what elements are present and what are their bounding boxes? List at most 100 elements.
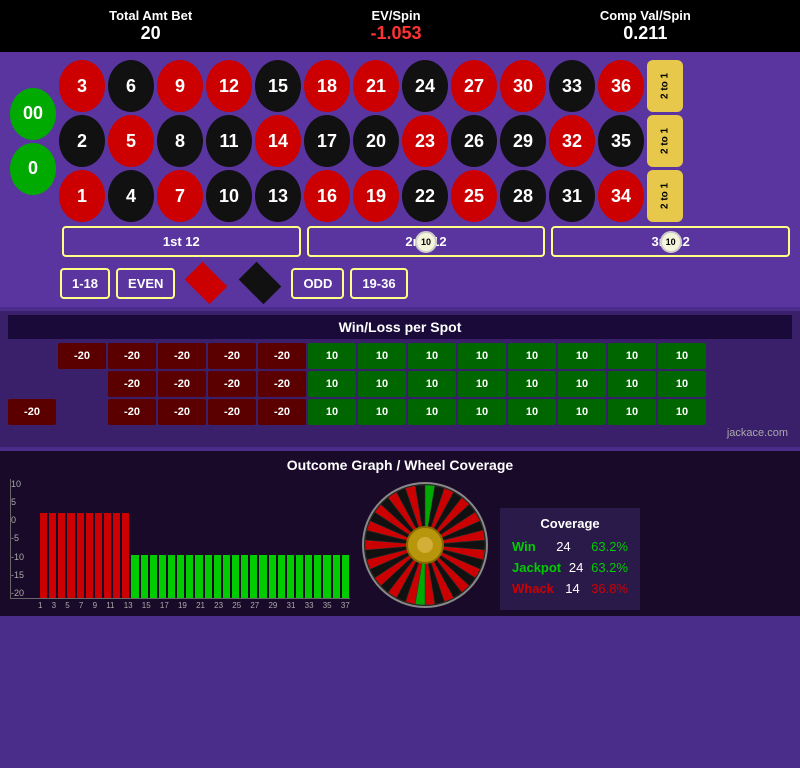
- wl-r1c3: -20: [158, 343, 206, 369]
- wl-r3c6: 10: [358, 399, 406, 425]
- num-10[interactable]: 10: [206, 170, 252, 222]
- num-2[interactable]: 2: [59, 115, 105, 167]
- wl-r1c9: 10: [458, 343, 506, 369]
- diamond-group: [181, 265, 285, 301]
- ev-spin-label: EV/Spin: [370, 8, 421, 23]
- double-zero-cell[interactable]: 00: [10, 88, 56, 140]
- num-32[interactable]: 32: [549, 115, 595, 167]
- zero-cell[interactable]: 0: [10, 143, 56, 195]
- num-30[interactable]: 30: [500, 60, 546, 112]
- bar-pos-5: [168, 555, 175, 598]
- wl-r3c1: -20: [108, 399, 156, 425]
- num-4[interactable]: 4: [108, 170, 154, 222]
- jackpot-pct: 63.2%: [591, 560, 628, 575]
- num-36[interactable]: 36: [598, 60, 644, 112]
- wl-r2c11: 10: [608, 371, 656, 397]
- num-6[interactable]: 6: [108, 60, 154, 112]
- wl-r1c6: 10: [308, 343, 356, 369]
- red-diamond[interactable]: [185, 262, 228, 305]
- wl-r2c12: 10: [658, 371, 706, 397]
- bar-pos-12: [232, 555, 239, 598]
- bar-pos-19: [296, 555, 303, 598]
- num-11[interactable]: 11: [206, 115, 252, 167]
- win-pct: 63.2%: [591, 539, 628, 554]
- wl-row-3: -20 -20 -20 -20 -20 10 10 10 10 10 10 10…: [8, 399, 792, 425]
- bet-1-18[interactable]: 1-18: [60, 268, 110, 299]
- num-27[interactable]: 27: [451, 60, 497, 112]
- bottom-bets-row: 1-18 EVEN ODD 19-36: [60, 261, 790, 301]
- num-19[interactable]: 19: [353, 170, 399, 222]
- num-31[interactable]: 31: [549, 170, 595, 222]
- bar-neg-3: [58, 513, 65, 598]
- y-10: 10: [11, 479, 24, 489]
- coverage-whack-row: Whack 14 36.8%: [512, 581, 628, 596]
- num-17[interactable]: 17: [304, 115, 350, 167]
- bar-neg-6: [86, 513, 93, 598]
- num-8[interactable]: 8: [157, 115, 203, 167]
- jackace-credit: jackace.com: [8, 425, 792, 441]
- wl-r3c12: 10: [658, 399, 706, 425]
- num-18[interactable]: 18: [304, 60, 350, 112]
- ev-spin-section: EV/Spin -1.053: [370, 8, 421, 44]
- num-12[interactable]: 12: [206, 60, 252, 112]
- bar-pos-16: [269, 555, 276, 598]
- num-28[interactable]: 28: [500, 170, 546, 222]
- bar-pos-7: [186, 555, 193, 598]
- wl-r1c8: 10: [408, 343, 456, 369]
- bet-19-36[interactable]: 19-36: [350, 268, 407, 299]
- chip-dozen2: 10: [415, 231, 437, 253]
- num-26[interactable]: 26: [451, 115, 497, 167]
- num-21[interactable]: 21: [353, 60, 399, 112]
- num-29[interactable]: 29: [500, 115, 546, 167]
- coverage-table: Coverage Win 24 63.2% Jackpot 24 63.2% W…: [500, 508, 640, 610]
- num-1[interactable]: 1: [59, 170, 105, 222]
- num-24[interactable]: 24: [402, 60, 448, 112]
- bar-pos-23: [333, 555, 340, 598]
- num-9[interactable]: 9: [157, 60, 203, 112]
- bar-pos-17: [278, 555, 285, 598]
- outcome-section: Outcome Graph / Wheel Coverage 10 5 0 -5…: [0, 451, 800, 616]
- outcome-content: 10 5 0 -5 -10 -15 -20: [10, 479, 790, 610]
- wl-r3c9: 10: [508, 399, 556, 425]
- bet-odd[interactable]: ODD: [291, 268, 344, 299]
- win-loss-title: Win/Loss per Spot: [8, 315, 792, 339]
- whack-label: Whack: [512, 581, 554, 596]
- bars-container: [39, 479, 350, 598]
- wl-r3c5: 10: [308, 399, 356, 425]
- bet-even[interactable]: EVEN: [116, 268, 175, 299]
- x-axis-labels: 1 3 5 7 9 11 13 15 17 19 21 23 25 27 29 …: [10, 601, 350, 610]
- num-34[interactable]: 34: [598, 170, 644, 222]
- dozen-2-box[interactable]: 2nd 12 10: [307, 226, 546, 257]
- payout-row3[interactable]: 2 to 1: [647, 170, 683, 222]
- wl-r1c2: -20: [108, 343, 156, 369]
- black-diamond[interactable]: [239, 262, 282, 305]
- num-3[interactable]: 3: [59, 60, 105, 112]
- chip-dozen3: 10: [660, 231, 682, 253]
- num-23[interactable]: 23: [402, 115, 448, 167]
- wl-r1c12: 10: [608, 343, 656, 369]
- num-20[interactable]: 20: [353, 115, 399, 167]
- num-16[interactable]: 16: [304, 170, 350, 222]
- y-neg10: -10: [11, 552, 24, 562]
- num-22[interactable]: 22: [402, 170, 448, 222]
- coverage-win-row: Win 24 63.2%: [512, 539, 628, 554]
- num-15[interactable]: 15: [255, 60, 301, 112]
- dozen-3-box[interactable]: 3rd 12 10: [551, 226, 790, 257]
- num-14[interactable]: 14: [255, 115, 301, 167]
- wl-r2c6: 10: [358, 371, 406, 397]
- bar-pos-20: [305, 555, 312, 598]
- bar-neg-4: [67, 513, 74, 598]
- num-33[interactable]: 33: [549, 60, 595, 112]
- payout-row2[interactable]: 2 to 1: [647, 115, 683, 167]
- bar-pos-2: [141, 555, 148, 598]
- bar-neg-7: [95, 513, 102, 598]
- wl-r2c3: -20: [208, 371, 256, 397]
- num-5[interactable]: 5: [108, 115, 154, 167]
- num-35[interactable]: 35: [598, 115, 644, 167]
- wheel-svg: [360, 480, 490, 610]
- payout-row1[interactable]: 2 to 1: [647, 60, 683, 112]
- dozen-1-box[interactable]: 1st 12: [62, 226, 301, 257]
- num-7[interactable]: 7: [157, 170, 203, 222]
- num-13[interactable]: 13: [255, 170, 301, 222]
- num-25[interactable]: 25: [451, 170, 497, 222]
